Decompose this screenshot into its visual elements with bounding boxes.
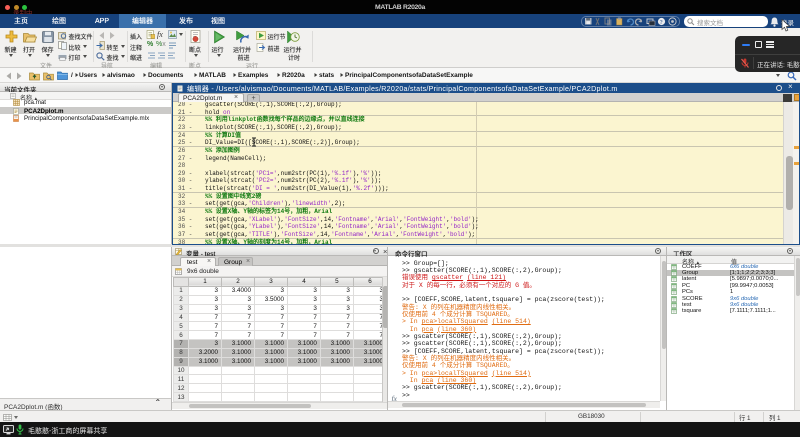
svg-text:?: ? bbox=[660, 19, 663, 26]
